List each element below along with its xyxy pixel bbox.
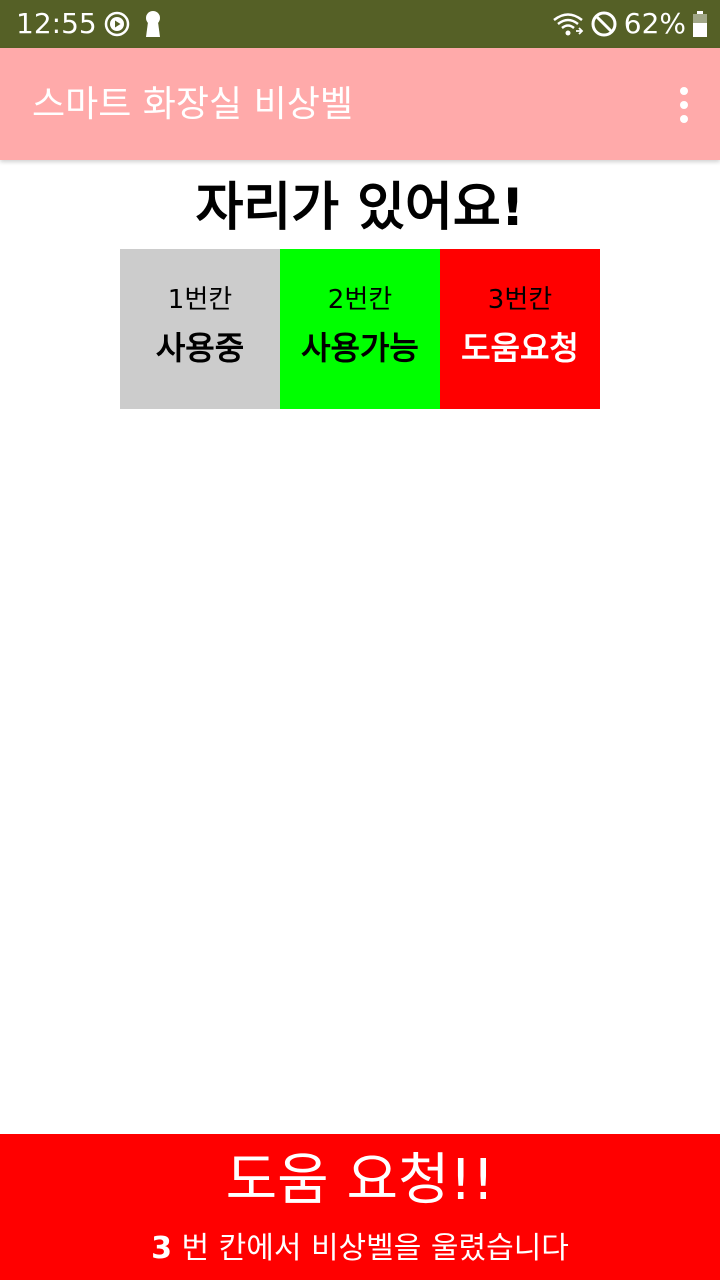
alert-message-text: 번 칸에서 비상벨을 울렸습니다: [171, 1231, 569, 1266]
alert-title: 도움 요청!!: [225, 1148, 495, 1213]
battery-percent: 62%: [623, 7, 686, 40]
stall-grid: 1번칸 사용중 2번칸 사용가능 3번칸 도움요청: [120, 249, 600, 409]
stall-3: 3번칸 도움요청: [440, 249, 600, 409]
stall-status: 사용가능: [301, 329, 419, 367]
keyhole-icon: [144, 10, 162, 38]
stall-name: 1번칸: [167, 285, 233, 315]
screen: 12:55 62% 스마트 화장실 비상벨 자리가 있어요! 1번칸 사용중 2…: [0, 0, 720, 1280]
status-left-icons: [104, 10, 162, 38]
more-vert-icon[interactable]: [676, 86, 692, 124]
stall-name: 3번칸: [487, 285, 553, 315]
alert-stall-number: 3: [151, 1231, 172, 1266]
help-request-banner[interactable]: 도움 요청!! 3 번 칸에서 비상벨을 울렸습니다: [0, 1134, 720, 1280]
stall-status: 도움요청: [461, 329, 579, 367]
stall-status: 사용중: [155, 329, 245, 367]
media-play-icon: [104, 11, 130, 37]
app-bar: 스마트 화장실 비상벨: [0, 48, 720, 160]
stall-1: 1번칸 사용중: [120, 249, 280, 409]
battery-icon: [692, 10, 708, 38]
wifi-icon: [552, 11, 584, 37]
status-time: 12:55: [16, 7, 97, 40]
alert-message: 3 번 칸에서 비상벨을 울렸습니다: [0, 1230, 720, 1268]
stall-name: 2번칸: [327, 285, 393, 315]
status-right: 62%: [552, 8, 708, 40]
do-not-disturb-icon: [590, 10, 618, 38]
status-bar: 12:55 62%: [0, 0, 720, 48]
stall-2: 2번칸 사용가능: [280, 249, 440, 409]
app-title: 스마트 화장실 비상벨: [32, 84, 353, 125]
availability-headline: 자리가 있어요!: [195, 178, 525, 238]
